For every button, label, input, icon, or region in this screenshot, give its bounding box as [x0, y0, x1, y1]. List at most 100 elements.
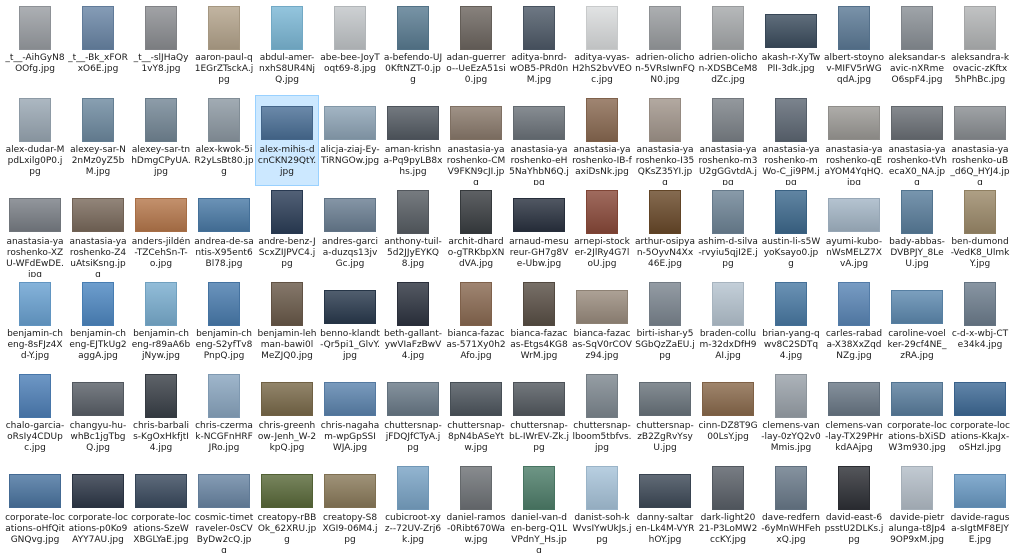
file-item[interactable]: anastasia-yaroshenko-uB_d6Q_HYJ4.jpg [949, 96, 1011, 185]
file-item[interactable]: david-east-6psstU2DLKs.jpg [823, 464, 885, 553]
file-item[interactable]: alexey-sar-tnhDmgCPyUA.jpg [130, 96, 192, 185]
file-item[interactable]: dave-redfern-6yMnWHFehxQ.jpg [760, 464, 822, 553]
file-item[interactable]: anastasia-yaroshenko-tVhecaX0_NA.jpg [886, 96, 948, 185]
file-item[interactable]: adan-guerrero--UeEzA51si0.jpg [445, 4, 507, 93]
file-item[interactable]: ben-dumond-VedK8_UlmkY.jpg [949, 188, 1011, 277]
file-item[interactable]: austin-li-s5WyoKsayo0.jpg [760, 188, 822, 277]
file-item[interactable]: chris-nagaham-wpGpSSIWJA.jpg [319, 372, 381, 461]
file-item[interactable]: akash-r-XyTwPlI-3dk.jpg [760, 4, 822, 93]
file-item[interactable]: benjamin-cheng-r89aA6bjNyw.jpg [130, 280, 192, 369]
file-item[interactable]: bianca-fazacas-SqV0rCOVz94.jpg [571, 280, 633, 369]
file-item[interactable]: daniel-van-den-berg-Q1LVPdnY_Hs.jpg [508, 464, 570, 553]
file-item[interactable]: alex-mihis-dcnCKN29QtY.jpg [255, 95, 319, 186]
file-item[interactable]: creatopy-rBBOk_62XRU.jpg [256, 464, 318, 553]
file-item[interactable]: anastasia-yaroshenko-CMV9FKN9cJI.jpg [445, 96, 507, 185]
file-item[interactable]: anders-jildén-TZCehSn-T-o.jpg [130, 188, 192, 277]
file-item[interactable]: carles-rabada-X38XxZqdNZg.jpg [823, 280, 885, 369]
file-item[interactable]: _t__-slJHaQy1vY8.jpg [130, 4, 192, 93]
image-thumbnail [145, 6, 177, 50]
file-item[interactable]: anastasia-yaroshenko-m3U2gGGvtdA.jpg [697, 96, 759, 185]
file-item[interactable]: aditya-vyas-H2hS2bvVEOc.jpg [571, 4, 633, 93]
file-item[interactable]: aaron-paul-q1EGrZTsckA.jpg [193, 4, 255, 93]
file-item[interactable]: chalo-garcia-oRsIy4CDUpc.jpg [4, 372, 66, 461]
file-item[interactable]: corporate-locations-SzeWXBGLYaE.jpg [130, 464, 192, 553]
file-item[interactable]: davide-pietralunga-t8Jp49OP9xM.jpg [886, 464, 948, 553]
file-item[interactable]: alex-kwok-5iR2yLsBt80.jpg [193, 96, 255, 185]
file-item[interactable]: archit-dhardo-gTRKbpXNdVA.jpg [445, 188, 507, 277]
file-item[interactable]: benjamin-cheng-EJTkUg2aggA.jpg [67, 280, 129, 369]
file-item[interactable]: corporate-locations-KkaJx-oSHzI.jpg [949, 372, 1011, 461]
file-item[interactable]: chuttersnap-bL-IWrEV-Zk.jpg [508, 372, 570, 461]
file-item[interactable]: cinn-DZ8T9G00LsY.jpg [697, 372, 759, 461]
file-item[interactable]: albert-stoynov-MIFV5rWGqdA.jpg [823, 4, 885, 93]
file-item[interactable]: aleksandra-kovacic-zKftx5hPhBc.jpg [949, 4, 1011, 93]
file-item[interactable]: arnaud-mesureur-GH7g8Ve-Ubw.jpg [508, 188, 570, 277]
file-item[interactable]: benjamin-cheng-S2yfTv8PnpQ.jpg [193, 280, 255, 369]
file-item[interactable]: andrea-de-santis-X95ent6Bl78.jpg [193, 188, 255, 277]
file-item[interactable]: changyu-hu-whBc1jgTbgQ.jpg [67, 372, 129, 461]
file-item[interactable]: dark-light2021-P3LoMW2ccKY.jpg [697, 464, 759, 553]
file-item[interactable]: anastasia-yaroshenko-IB-faxiDsNk.jpg [571, 96, 633, 185]
file-item[interactable]: beth-gallant-ywVIaFzBwV4.jpg [382, 280, 444, 369]
file-item[interactable]: andres-garcia-duzqs13jvGc.jpg [319, 188, 381, 277]
file-item[interactable]: a-befendo-UJ0KftNZT-0.jpg [382, 4, 444, 93]
file-item[interactable]: arthur-osipyan-5OyvN4Xx46E.jpg [634, 188, 696, 277]
file-item[interactable]: andre-benz-JScxZIJPVC4.jpg [256, 188, 318, 277]
file-item[interactable]: c-d-x-wbj-CTe34k4.jpg [949, 280, 1011, 369]
file-item[interactable]: aman-krishna-Pq9pyLB8xhs.jpg [382, 96, 444, 185]
file-item[interactable]: anastasia-yaroshenko-mWo-C_ji9PM.jpg [760, 96, 822, 185]
file-item[interactable]: danny-saltaren-Lk4M-VYRhOY.jpg [634, 464, 696, 553]
file-item[interactable]: adrien-olichon-5VRsIwnFQN0.jpg [634, 4, 696, 93]
file-item[interactable]: anastasia-yaroshenko-Z4uAtsiKsng.jpg [67, 188, 129, 277]
file-item[interactable]: benjamin-cheng-8sFJz4Xd-Y.jpg [4, 280, 66, 369]
file-item[interactable]: corporate-locations-oHfQitGNQvg.jpg [4, 464, 66, 553]
file-item[interactable]: corporate-locations-p0Ko9AYY7AU.jpg [67, 464, 129, 553]
file-name: chris-barbalis-KgOxHkfjtI4.jpg [133, 421, 189, 453]
file-item[interactable]: _t__-Bk_xFORxO6E.jpg [67, 4, 129, 93]
file-item[interactable]: abe-bee-JoyToqt69-8.jpg [319, 4, 381, 93]
file-item[interactable]: chuttersnap-zB2ZgRvYsyU.jpg [634, 372, 696, 461]
file-item[interactable]: daniel-ramos-0Ribt670Waw.jpg [445, 464, 507, 553]
file-item[interactable]: chuttersnap-8pN4bASeYtw.jpg [445, 372, 507, 461]
file-item[interactable]: anastasia-yaroshenko-I35QKsZ35YI.jpg [634, 96, 696, 185]
file-item[interactable]: brian-yang-qwv8C2SDTq4.jpg [760, 280, 822, 369]
image-thumbnail [586, 6, 618, 50]
file-item[interactable]: danist-soh-kWvsIYwUkJs.jpg [571, 464, 633, 553]
file-item[interactable]: chris-greenhow-Jenh_W-2kpQ.jpg [256, 372, 318, 461]
file-item[interactable]: ashim-d-silva-rvyiu5qjI2E.jpg [697, 188, 759, 277]
file-item[interactable]: braden-collum-32dxDfH9AI.jpg [697, 280, 759, 369]
file-item[interactable]: birti-ishar-y5SGbQzZaEU.jpg [634, 280, 696, 369]
file-item[interactable]: anastasia-yaroshenko-eH5NaYhbN6Q.jpg [508, 96, 570, 185]
file-item[interactable]: benno-klandt-Qr5pi1_GlvY.jpg [319, 280, 381, 369]
file-item[interactable]: anthony-tuil-5d2JJyEYKQ8.jpg [382, 188, 444, 277]
file-item[interactable]: aleksandar-savic-nXRmeO6spF4.jpg [886, 4, 948, 93]
file-item[interactable]: abdul-amer-nxhS8UR4NjQ.jpg [256, 4, 318, 93]
file-item[interactable]: clemens-van-lay-0zYQ2v0Mmis.jpg [760, 372, 822, 461]
file-item[interactable]: arnepi-stocker-2JlRy4G7loU.jpg [571, 188, 633, 277]
file-item[interactable]: bianca-fazacas-Etgs4KG8WrM.jpg [508, 280, 570, 369]
file-item[interactable]: ayumi-kubo-nWsMELZ7XvA.jpg [823, 188, 885, 277]
file-item[interactable]: bianca-fazacas-571Xy0h2Afo.jpg [445, 280, 507, 369]
file-item[interactable]: chuttersnap-lboom5tbfvs.jpg [571, 372, 633, 461]
file-item[interactable]: anastasia-yaroshenko-XZU-WFdEwDE.jpg [4, 188, 66, 277]
file-item[interactable]: _t__-AihGyN8OOfg.jpg [4, 4, 66, 93]
file-item[interactable]: bady-abbas-DVBPJY_8LeU.jpg [886, 188, 948, 277]
file-item[interactable]: aditya-bnrd-wOB5-PRd0nM.jpg [508, 4, 570, 93]
file-item[interactable]: chris-barbalis-KgOxHkfjtI4.jpg [130, 372, 192, 461]
file-item[interactable]: alexey-sar-N2nMz0yZ5bM.jpg [67, 96, 129, 185]
file-item[interactable]: benjamin-lehman-bawi0lMeZJQ0.jpg [256, 280, 318, 369]
file-item[interactable]: anastasia-yaroshenko-qEaYOM4YqHQ.jpg [823, 96, 885, 185]
file-item[interactable]: alex-dudar-MpdLxilg0P0.jpg [4, 96, 66, 185]
file-item[interactable]: adrien-olichon-XDSBCeM8dZc.jpg [697, 4, 759, 93]
file-item[interactable]: cosmic-timetraveler-0sCVByDw2cQ.jpg [193, 464, 255, 553]
file-item[interactable]: creatopy-S8XGI9-06M4.jpg [319, 464, 381, 553]
file-item[interactable]: cubicroot-xyz--72UV-Zrj6k.jpg [382, 464, 444, 553]
file-item[interactable]: corporate-locations-bXiSDW3m930.jpg [886, 372, 948, 461]
file-item[interactable]: clemens-van-lay-TX29PHrkdAAjpg [823, 372, 885, 461]
file-item[interactable]: caroline-voelker-29cf4NE_zRA.jpg [886, 280, 948, 369]
file-item[interactable]: chris-czermak-NCGFnHRFJRo.jpg [193, 372, 255, 461]
file-name: danny-saltaren-Lk4M-VYRhOY.jpg [635, 513, 695, 545]
file-item[interactable]: chuttersnap-jFDQJfCTyA.jpg [382, 372, 444, 461]
file-item[interactable]: davide-ragusa-sIgtMF8EJYE.jpg [949, 464, 1011, 553]
file-item[interactable]: alicja-ziaj-Ey-TiRNGOw.jpg [319, 96, 381, 185]
